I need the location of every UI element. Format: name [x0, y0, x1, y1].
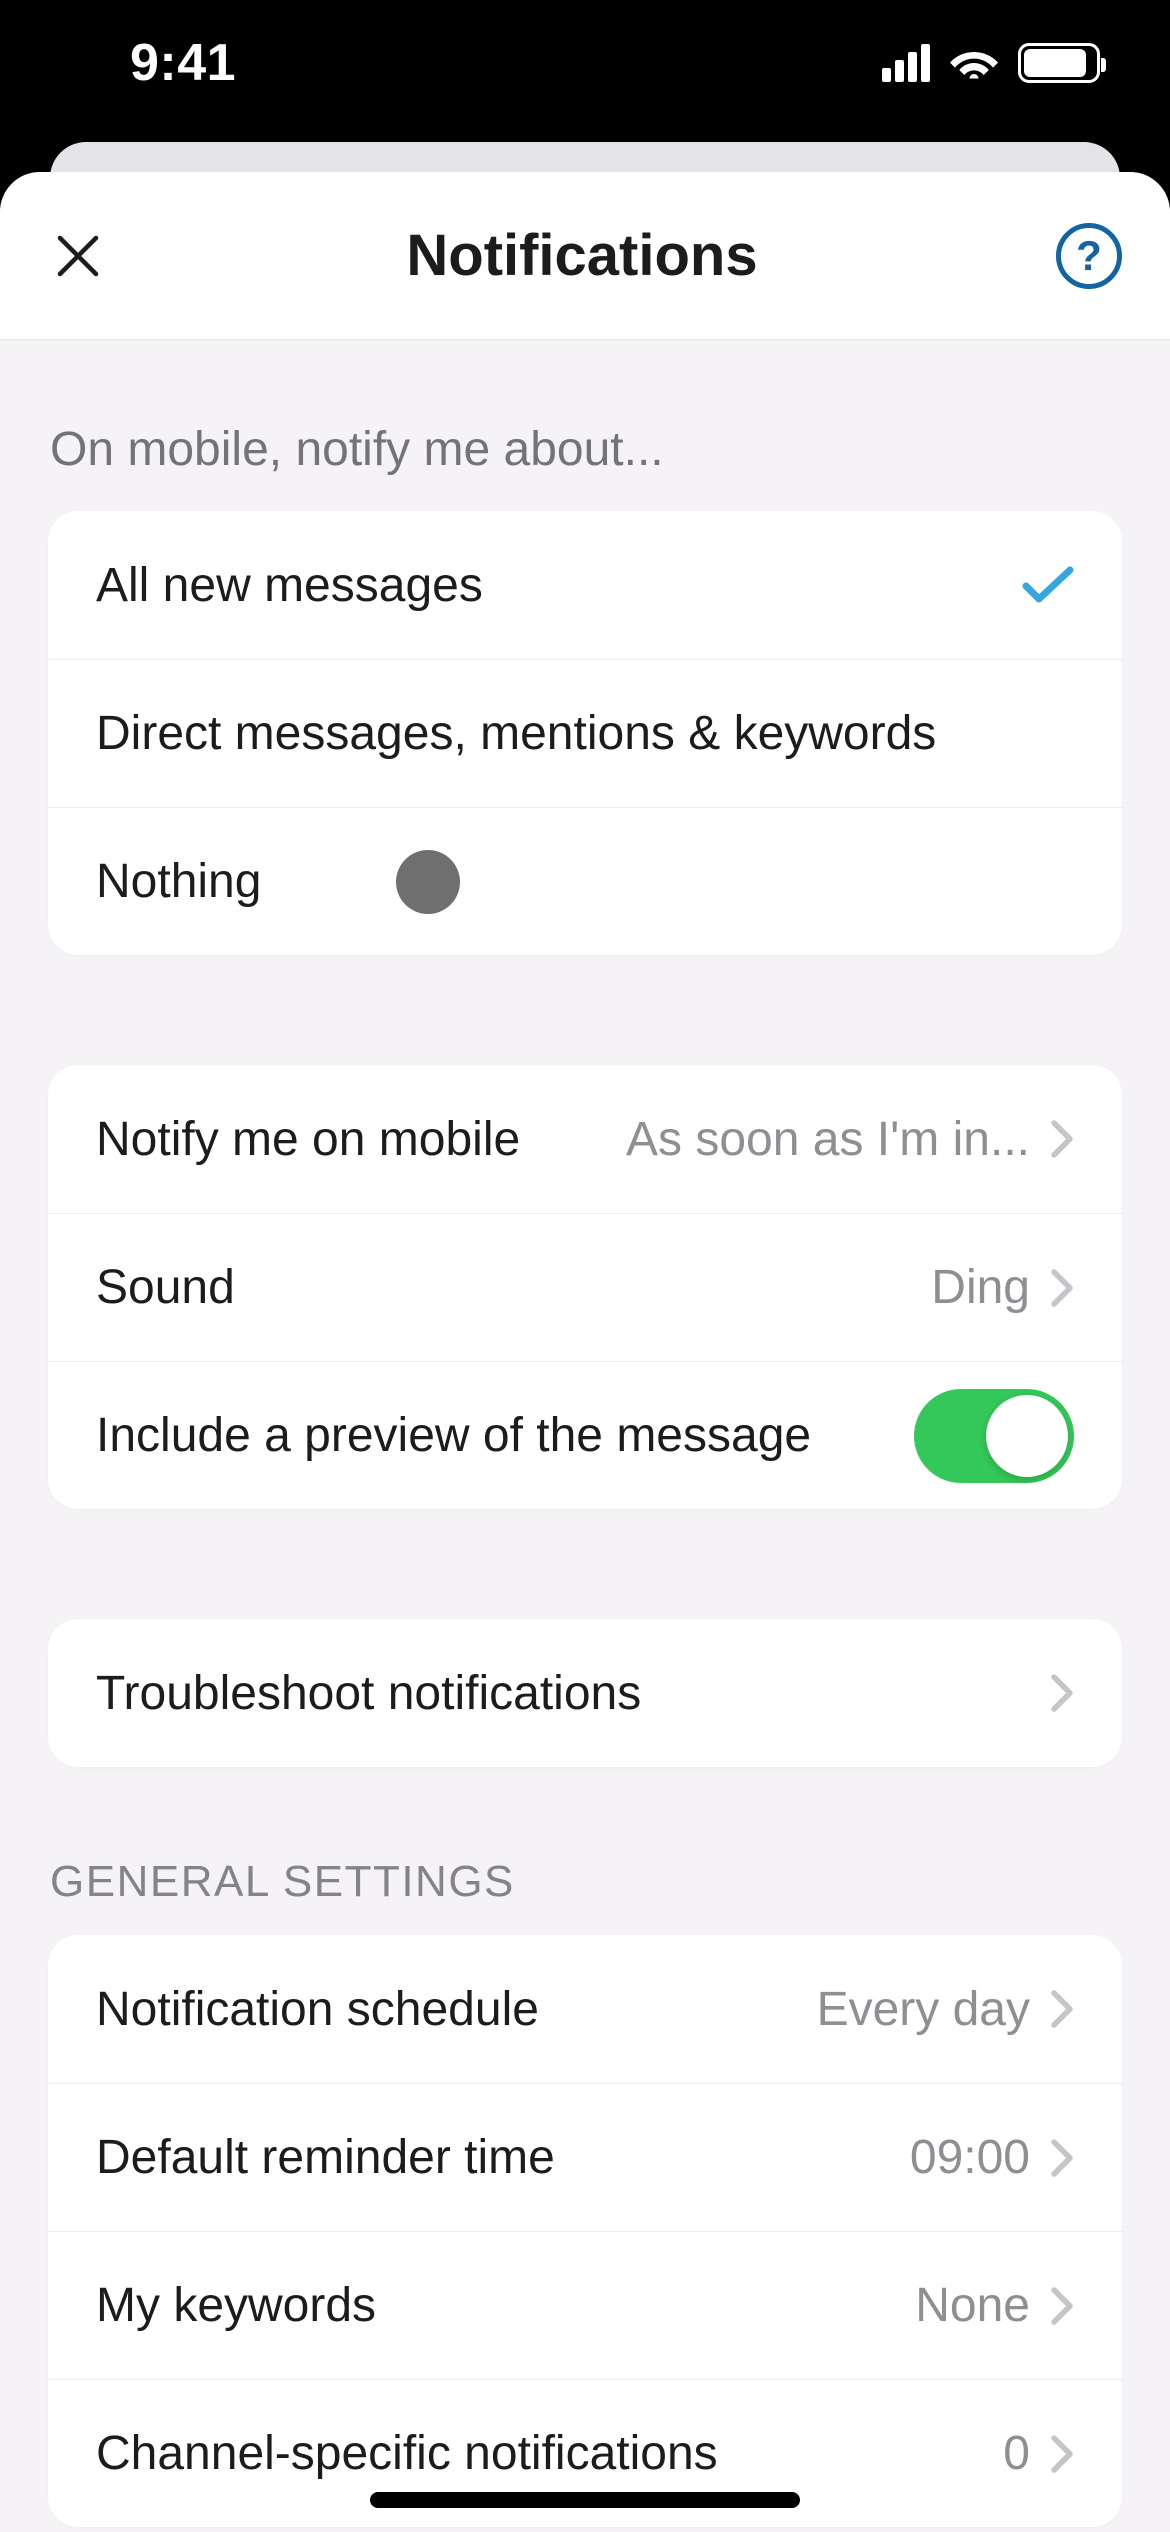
row-value: 09:00 [910, 2130, 1030, 2185]
battery-icon [1018, 43, 1100, 83]
status-bar: 9:41 [0, 0, 1170, 140]
chevron-right-icon [1050, 1119, 1074, 1159]
option-nothing[interactable]: Nothing [48, 807, 1122, 955]
mobile-prefs-group: Notify me on mobile As soon as I'm in...… [48, 1065, 1122, 1509]
preview-toggle-row[interactable]: Include a preview of the message [48, 1361, 1122, 1509]
row-value: Every day [817, 1982, 1030, 2037]
chevron-right-icon [1050, 2286, 1074, 2326]
touch-indicator-icon [396, 850, 460, 914]
nav-bar: Notifications ? [0, 172, 1170, 340]
cellular-icon [882, 44, 930, 82]
keywords-row[interactable]: My keywords None [48, 2231, 1122, 2379]
reminder-row[interactable]: Default reminder time 09:00 [48, 2083, 1122, 2231]
help-button[interactable]: ? [1056, 223, 1122, 289]
row-value: 0 [1003, 2426, 1030, 2481]
content-scroll[interactable]: On mobile, notify me about... All new me… [0, 340, 1170, 2527]
close-icon [54, 232, 102, 280]
chevron-right-icon [1050, 2138, 1074, 2178]
row-label: Channel-specific notifications [96, 2426, 718, 2481]
notify-timing-row[interactable]: Notify me on mobile As soon as I'm in... [48, 1065, 1122, 1213]
row-label: Notify me on mobile [96, 1112, 520, 1167]
settings-sheet: Notifications ? On mobile, notify me abo… [0, 172, 1170, 2532]
option-label: Nothing [96, 854, 261, 909]
schedule-row[interactable]: Notification schedule Every day [48, 1935, 1122, 2083]
sound-row[interactable]: Sound Ding [48, 1213, 1122, 1361]
row-label: Sound [96, 1260, 235, 1315]
close-button[interactable] [48, 226, 108, 286]
troubleshoot-row[interactable]: Troubleshoot notifications [48, 1619, 1122, 1767]
chevron-right-icon [1050, 1673, 1074, 1713]
wifi-icon [950, 43, 998, 84]
row-value: None [915, 2278, 1030, 2333]
help-icon: ? [1076, 232, 1102, 280]
chevron-right-icon [1050, 1989, 1074, 2029]
option-label: Direct messages, mentions & keywords [96, 706, 936, 761]
check-icon [1022, 565, 1074, 605]
status-indicators [882, 43, 1100, 84]
status-time: 9:41 [130, 33, 236, 93]
row-label: Troubleshoot notifications [96, 1666, 641, 1721]
row-label: Notification schedule [96, 1982, 539, 2037]
row-value: Ding [931, 1260, 1030, 1315]
section-header-general: General Settings [0, 1767, 1170, 1935]
section-header-notify-about: On mobile, notify me about... [0, 340, 1170, 511]
row-label: My keywords [96, 2278, 376, 2333]
row-label: Include a preview of the message [96, 1408, 811, 1463]
preview-toggle[interactable] [914, 1389, 1074, 1483]
home-indicator[interactable] [370, 2492, 800, 2508]
general-settings-group: Notification schedule Every day Default … [48, 1935, 1122, 2527]
option-dm-mentions[interactable]: Direct messages, mentions & keywords [48, 659, 1122, 807]
chevron-right-icon [1050, 1268, 1074, 1308]
chevron-right-icon [1050, 2434, 1074, 2474]
troubleshoot-group: Troubleshoot notifications [48, 1619, 1122, 1767]
row-value: As soon as I'm in... [626, 1112, 1030, 1167]
notify-about-group: All new messages Direct messages, mentio… [48, 511, 1122, 955]
row-label: Default reminder time [96, 2130, 555, 2185]
option-all-messages[interactable]: All new messages [48, 511, 1122, 659]
option-label: All new messages [96, 558, 483, 613]
page-title: Notifications [406, 222, 757, 289]
